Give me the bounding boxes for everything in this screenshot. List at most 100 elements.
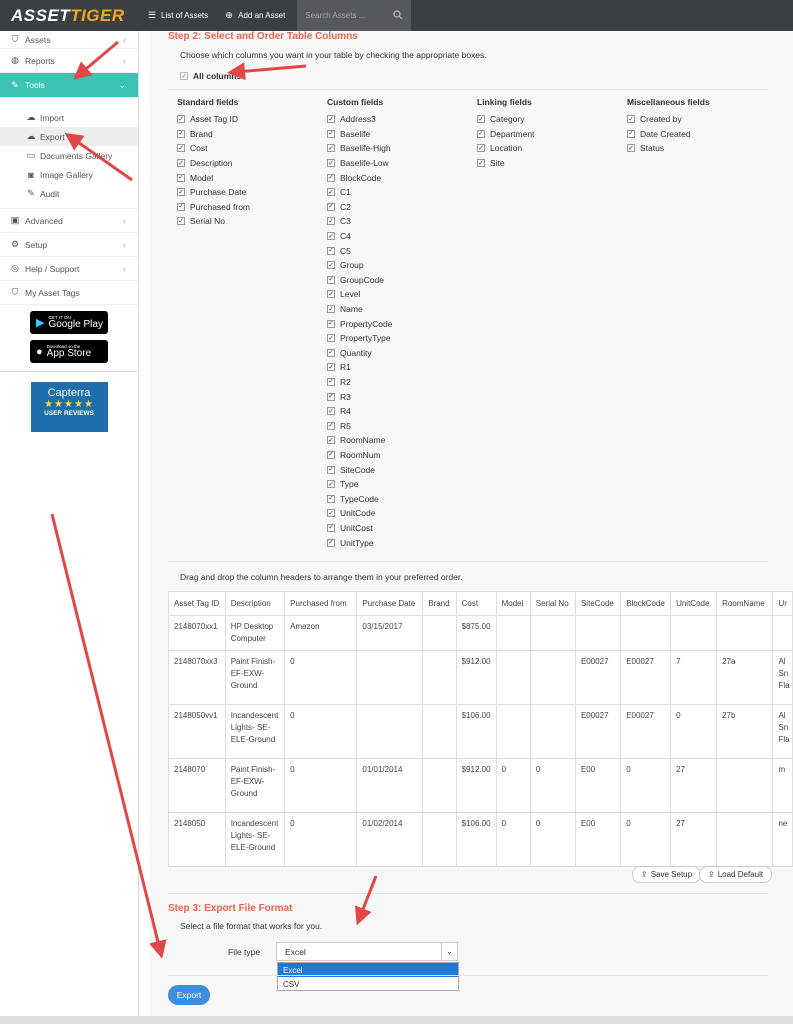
search-icon[interactable]: [393, 9, 403, 22]
checkbox[interactable]: ✓: [327, 392, 335, 401]
field-checkbox-row[interactable]: ✓ Baselife-Low: [327, 156, 477, 171]
field-checkbox-row[interactable]: ✓ Baselife-High: [327, 141, 477, 156]
checkbox[interactable]: ✓: [327, 261, 335, 270]
column-header[interactable]: BlockCode: [620, 591, 672, 616]
field-checkbox-row[interactable]: ✓ C2: [327, 200, 477, 215]
checkbox[interactable]: ✓: [177, 188, 185, 197]
checkbox[interactable]: ✓: [627, 115, 635, 124]
checkbox[interactable]: ✓: [477, 144, 485, 153]
checkbox[interactable]: ✓: [477, 129, 485, 138]
field-checkbox-row[interactable]: ✓ BlockCode: [327, 170, 477, 185]
file-type-select[interactable]: Excel ⌄: [276, 942, 458, 961]
field-checkbox-row[interactable]: ✓ R5: [327, 418, 477, 433]
checkbox[interactable]: ✓: [327, 115, 335, 124]
sidebar-sub-documents-gallery[interactable]: ▭ Documents Gallery: [0, 146, 138, 165]
sidebar-item-tools[interactable]: ✎ Tools ⌄: [0, 73, 138, 98]
column-header[interactable]: Serial No: [529, 591, 576, 616]
sidebar-item-setup[interactable]: ⚙ Setup ‹: [0, 233, 138, 257]
column-header[interactable]: Brand: [422, 591, 457, 616]
field-checkbox-row[interactable]: ✓ Cost: [177, 141, 327, 156]
option-csv[interactable]: CSV: [278, 977, 458, 991]
column-header[interactable]: Purchased from: [284, 591, 358, 616]
column-header[interactable]: Model: [495, 591, 531, 616]
field-checkbox-row[interactable]: ✓ TypeCode: [327, 491, 477, 506]
field-checkbox-row[interactable]: ✓ Baselife: [327, 127, 477, 142]
field-checkbox-row[interactable]: ✓ Model: [177, 170, 327, 185]
field-checkbox-row[interactable]: ✓ R4: [327, 404, 477, 419]
sidebar-item-my-asset-tags[interactable]: ⛉ My Asset Tags: [0, 281, 138, 305]
sidebar-item-help[interactable]: ◎ Help / Support ‹: [0, 257, 138, 281]
list-of-assets-link[interactable]: ☰ List of Assets: [139, 0, 216, 31]
field-checkbox-row[interactable]: ✓ Type: [327, 477, 477, 492]
checkbox[interactable]: ✓: [327, 407, 335, 416]
field-checkbox-row[interactable]: ✓ GroupCode: [327, 273, 477, 288]
field-checkbox-row[interactable]: ✓ PropertyType: [327, 331, 477, 346]
checkbox[interactable]: ✓: [327, 290, 335, 299]
save-setup-button[interactable]: ⇪ Save Setup: [632, 866, 702, 883]
field-checkbox-row[interactable]: ✓ Category: [477, 112, 627, 127]
checkbox[interactable]: ✓: [327, 523, 335, 532]
column-header[interactable]: Cost: [455, 591, 497, 616]
asset-tiger-logo[interactable]: ASSET TIGER: [0, 0, 139, 31]
field-checkbox-row[interactable]: ✓ C4: [327, 229, 477, 244]
checkbox[interactable]: ✓: [327, 188, 335, 197]
field-checkbox-row[interactable]: ✓ Date Created: [627, 127, 777, 142]
checkbox[interactable]: ✓: [327, 348, 335, 357]
checkbox[interactable]: ✓: [177, 159, 185, 168]
export-button[interactable]: Export: [168, 985, 210, 1005]
horizontal-scrollbar[interactable]: [0, 1016, 793, 1024]
sidebar-item-advanced[interactable]: ▣ Advanced ‹: [0, 209, 138, 233]
field-checkbox-row[interactable]: ✓ PropertyCode: [327, 316, 477, 331]
checkbox[interactable]: ✓: [327, 363, 335, 372]
checkbox[interactable]: ✓: [327, 275, 335, 284]
checkbox[interactable]: ✓: [177, 202, 185, 211]
field-checkbox-row[interactable]: ✓ UnitCost: [327, 521, 477, 536]
checkbox[interactable]: ✓: [327, 538, 335, 547]
load-default-button[interactable]: ⇪ Load Default: [699, 866, 773, 883]
field-checkbox-row[interactable]: ✓ Status: [627, 141, 777, 156]
checkbox[interactable]: ✓: [477, 159, 485, 168]
checkbox[interactable]: ✓: [327, 217, 335, 226]
field-checkbox-row[interactable]: ✓ R1: [327, 360, 477, 375]
field-checkbox-row[interactable]: ✓ Address3: [327, 112, 477, 127]
field-checkbox-row[interactable]: ✓ R3: [327, 389, 477, 404]
field-checkbox-row[interactable]: ✓ Purchased from: [177, 200, 327, 215]
checkbox[interactable]: ✓: [327, 144, 335, 153]
checkbox[interactable]: ✓: [327, 509, 335, 518]
checkbox[interactable]: ✓: [177, 173, 185, 182]
checkbox[interactable]: ✓: [327, 129, 335, 138]
checkbox[interactable]: ✓: [327, 232, 335, 241]
checkbox[interactable]: ✓: [327, 173, 335, 182]
field-checkbox-row[interactable]: ✓ RoomNum: [327, 448, 477, 463]
checkbox[interactable]: ✓: [327, 246, 335, 255]
checkbox[interactable]: ✓: [327, 465, 335, 474]
checkbox[interactable]: ✓: [327, 436, 335, 445]
checkbox[interactable]: ✓: [327, 450, 335, 459]
chevron-down-icon[interactable]: ⌄: [441, 943, 457, 960]
checkbox[interactable]: ✓: [327, 334, 335, 343]
field-checkbox-row[interactable]: ✓ SiteCode: [327, 462, 477, 477]
checkbox[interactable]: ✓: [177, 217, 185, 226]
field-checkbox-row[interactable]: ✓ Purchase Date: [177, 185, 327, 200]
column-header[interactable]: Purchase Date: [356, 591, 424, 616]
checkbox[interactable]: ✓: [477, 115, 485, 124]
sidebar-sub-import[interactable]: ☁ Import: [0, 108, 138, 127]
field-checkbox-row[interactable]: ✓ Created by: [627, 112, 777, 127]
sidebar-item-assets[interactable]: ⛉ Assets ‹: [0, 31, 138, 49]
checkbox[interactable]: ✓: [327, 202, 335, 211]
column-header[interactable]: SiteCode: [574, 591, 622, 616]
search-input[interactable]: Search Assets ...: [297, 0, 412, 31]
checkbox[interactable]: ✓: [177, 115, 185, 124]
field-checkbox-row[interactable]: ✓ Level: [327, 287, 477, 302]
field-checkbox-row[interactable]: ✓ C1: [327, 185, 477, 200]
checkbox[interactable]: ✓: [180, 72, 188, 80]
sidebar-sub-export[interactable]: ☁ Export: [0, 127, 138, 146]
column-header[interactable]: Ur: [772, 591, 793, 616]
google-play-badge[interactable]: ▶ GET IT ON Google Play: [30, 311, 108, 334]
app-store-badge[interactable]: ● Download on the App Store: [30, 340, 108, 363]
field-checkbox-row[interactable]: ✓ R2: [327, 375, 477, 390]
checkbox[interactable]: ✓: [627, 129, 635, 138]
add-asset-link[interactable]: ⊕ Add an Asset: [216, 0, 293, 31]
checkbox[interactable]: ✓: [327, 377, 335, 386]
sidebar-sub-audit[interactable]: ✎ Audit: [0, 184, 138, 203]
